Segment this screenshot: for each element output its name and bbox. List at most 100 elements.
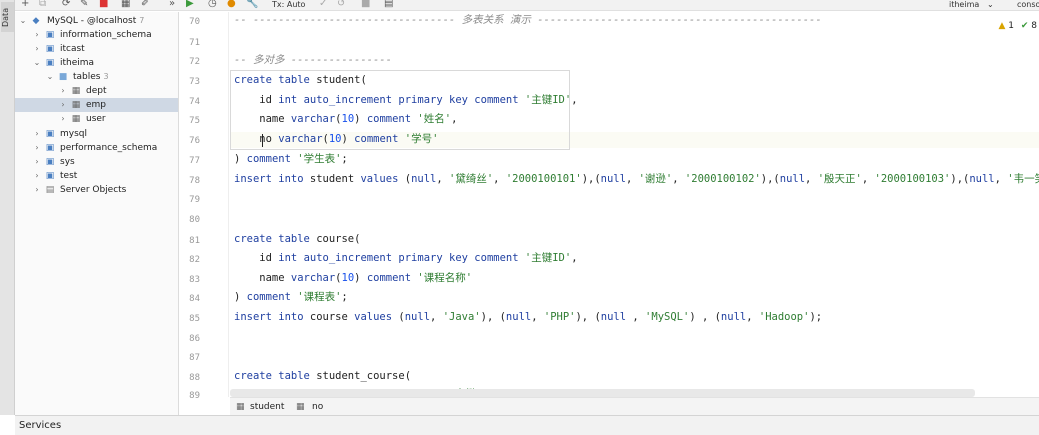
tree-item-dept[interactable]: › ▦ dept xyxy=(15,84,178,98)
warning-count: 1 xyxy=(1008,21,1014,31)
line-number: 73 xyxy=(189,77,200,87)
copy-icon[interactable]: ⧉ xyxy=(39,0,46,10)
services-tab[interactable]: Services xyxy=(19,420,61,431)
tree-item-label: test xyxy=(60,171,78,181)
tree-connection[interactable]: ⌄ ◆ MySQL - @localhost 7 xyxy=(15,14,178,28)
stop-query-icon[interactable]: ■ xyxy=(361,0,370,10)
refresh-icon[interactable]: ⟳ xyxy=(62,0,70,10)
pencil-icon[interactable]: ✐ xyxy=(141,0,149,10)
inspection-widget[interactable]: ▲ 1 ✔ 8 xyxy=(998,21,1037,31)
database-tab[interactable]: Data xyxy=(1,2,14,32)
horizontal-scrollbar[interactable] xyxy=(230,389,975,397)
chevron-down-icon[interactable]: ⌄ xyxy=(33,56,41,70)
breadcrumb-table[interactable]: student xyxy=(250,398,284,416)
tree-item-user[interactable]: › ▦ user xyxy=(15,112,178,126)
sql-editor[interactable]: ▲ 1 ✔ 8 -- -----------------------------… xyxy=(230,12,1039,397)
schema-icon: ▣ xyxy=(45,171,55,181)
chevron-down-icon[interactable]: ⌄ xyxy=(46,70,54,84)
history-icon[interactable]: ◷ xyxy=(208,0,217,10)
line-number: 71 xyxy=(189,38,200,48)
schema-icon: ▣ xyxy=(45,129,55,139)
code-line: create table student( xyxy=(234,74,367,86)
chevron-right-icon[interactable]: › xyxy=(59,98,67,112)
line-number: 88 xyxy=(189,373,200,383)
code-line: insert into course values (null, 'Java')… xyxy=(234,311,823,323)
tree-item-performance-schema[interactable]: › ▣ performance_schema xyxy=(15,141,178,155)
database-tool-strip: Data xyxy=(0,0,15,415)
profile-icon[interactable]: ● xyxy=(227,0,236,10)
warning-icon: ▲ xyxy=(998,21,1006,31)
chevron-right-icon[interactable]: › xyxy=(59,112,67,126)
schema-icon: ▣ xyxy=(45,44,55,54)
mysql-icon: ◆ xyxy=(32,16,40,26)
line-number: 85 xyxy=(189,314,200,324)
tree-item-label: emp xyxy=(86,100,107,110)
tree-item-mysql[interactable]: › ▣ mysql xyxy=(15,127,178,141)
check-icon: ✔ xyxy=(1020,21,1029,31)
editor-toolbar: ▶ ◷ ● 🔧 Tx: Auto ✓ ↺ ■ ▤ itheima ⌄ conso xyxy=(179,0,1039,11)
table-icon[interactable]: ▦ xyxy=(121,0,130,10)
table-icon: ▦ xyxy=(236,402,245,412)
code-line: create table student_course( xyxy=(234,370,412,382)
code-line: ) comment '课程表'; xyxy=(234,291,348,303)
add-icon[interactable]: + xyxy=(21,0,29,10)
tables-count: 3 xyxy=(103,72,109,81)
commit-icon[interactable]: ✓ xyxy=(319,0,327,10)
tree-item-information-schema[interactable]: › ▣ information_schema xyxy=(15,28,178,42)
line-number: 79 xyxy=(189,195,200,205)
line-number: 70 xyxy=(189,17,200,27)
transaction-mode[interactable]: Tx: Auto xyxy=(272,0,305,10)
table-view-icon[interactable]: ▤ xyxy=(384,0,393,10)
line-number: 74 xyxy=(189,97,200,107)
tree-item-sys[interactable]: › ▣ sys xyxy=(15,155,178,169)
chevron-right-icon[interactable]: › xyxy=(33,127,41,141)
chevron-right-icon[interactable]: › xyxy=(33,141,41,155)
table-icon: ▦ xyxy=(71,114,81,124)
code-line: no varchar(10) comment '学号' xyxy=(234,133,439,145)
chevron-right-icon[interactable]: › xyxy=(33,42,41,56)
schema-icon: ▣ xyxy=(45,30,55,40)
tree-item-label: tables xyxy=(73,72,101,82)
schema-icon: ▣ xyxy=(45,157,55,167)
stop-icon[interactable]: ■ xyxy=(99,0,108,10)
run-icon[interactable]: ▶ xyxy=(186,0,194,10)
tree-item-tables[interactable]: ⌄ ■ tables 3 xyxy=(15,70,178,84)
code-line: id int auto_increment primary key commen… xyxy=(234,94,578,106)
code-line: -- -------------------------------- 多表关系… xyxy=(234,14,822,26)
code-line: create table course( xyxy=(234,233,361,245)
chevron-right-icon[interactable]: › xyxy=(33,28,41,42)
schema-selector[interactable]: itheima xyxy=(949,0,979,10)
console-selector[interactable]: conso xyxy=(1017,0,1039,10)
tree-item-server-objects[interactable]: › ▤ Server Objects xyxy=(15,183,178,197)
database-toolbar: + ⧉ ⟳ ✎ ■ ▦ ✐ » xyxy=(15,0,179,11)
ellipsis-icon[interactable]: » xyxy=(169,0,175,10)
tree-item-emp[interactable]: › ▦ emp xyxy=(15,98,178,112)
chevron-down-icon[interactable]: ⌄ xyxy=(19,14,27,28)
code-line: insert into student values (null, '黛绮丝',… xyxy=(234,173,1039,185)
rollback-icon[interactable]: ↺ xyxy=(337,0,345,10)
chevron-right-icon[interactable]: › xyxy=(59,84,67,98)
edit-icon[interactable]: ✎ xyxy=(80,0,88,10)
tree-item-itcast[interactable]: › ▣ itcast xyxy=(15,42,178,56)
tree-item-label: performance_schema xyxy=(60,143,158,153)
tree-item-test[interactable]: › ▣ test xyxy=(15,169,178,183)
breadcrumb-column[interactable]: no xyxy=(312,398,323,416)
wrench-icon[interactable]: 🔧 xyxy=(246,0,258,10)
line-number: 72 xyxy=(189,57,200,67)
tree-item-itheima[interactable]: ⌄ ▣ itheima xyxy=(15,56,178,70)
line-number: 80 xyxy=(189,215,200,225)
chevron-down-icon[interactable]: ⌄ xyxy=(987,0,994,10)
tree-item-label: mysql xyxy=(60,129,87,139)
tree-item-label: sys xyxy=(60,157,75,167)
chevron-right-icon[interactable]: › xyxy=(33,169,41,183)
connection-count: 7 xyxy=(139,16,145,25)
chevron-right-icon[interactable]: › xyxy=(33,155,41,169)
tree-item-label: itcast xyxy=(60,44,85,54)
line-number-gutter: 70 71 72 73 74 75 76 77 78 79 80 81 82 83 84 85 86 87 88 89 xyxy=(179,12,229,401)
line-number: 89 xyxy=(189,391,200,401)
server-objects-icon: ▤ xyxy=(45,185,55,195)
tree-item-label: user xyxy=(86,114,106,124)
line-number: 83 xyxy=(189,275,200,285)
chevron-right-icon[interactable]: › xyxy=(33,183,41,197)
breadcrumb: ▦ student ▦ no xyxy=(230,397,1039,415)
